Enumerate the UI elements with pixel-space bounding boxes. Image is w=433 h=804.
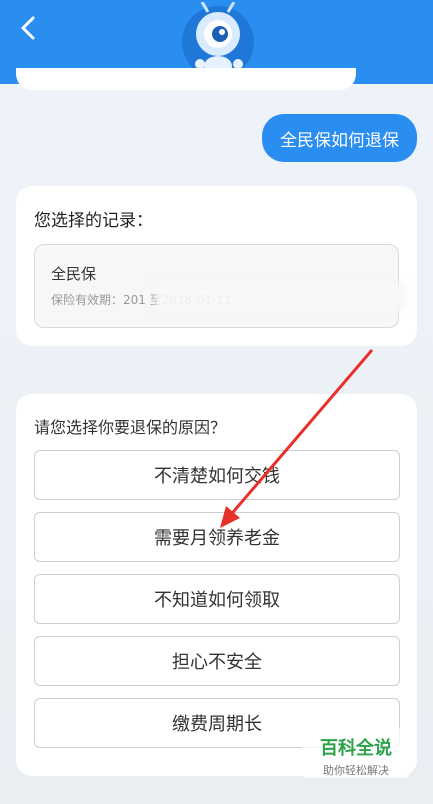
reason-option-unknown-claim[interactable]: 不知道如何领取 [34,574,400,624]
record-name: 全民保 [51,265,97,283]
watermark-main-text: 百科全说 [320,738,392,759]
selected-record[interactable]: 全民保 保险有效期：201 至2018-01-11 [34,244,405,328]
watermark-sub-text: 助你轻松解决 [323,764,389,777]
previous-message-bubble [16,68,356,90]
watermark-logo: 百科全说 助你轻松解决 [302,728,410,778]
record-card-title: 您选择的记录： [34,211,153,231]
reason-option-monthly-pension[interactable]: 需要月领养老金 [34,512,400,562]
redacted-area [155,283,405,311]
reason-option-list: 不清楚如何交钱 需要月领养老金 不知道如何领取 担心不安全 缴费周期长 [34,450,400,760]
reason-option-unclear-payment[interactable]: 不清楚如何交钱 [34,450,400,500]
reason-option-unsafe[interactable]: 担心不安全 [34,636,400,686]
reason-prompt: 请您选择你要退保的原因？ [34,418,227,437]
chevron-left-icon [21,16,35,40]
user-message-bubble: 全民保如何退保 [262,114,417,162]
record-card: 您选择的记录： 全民保 保险有效期：201 至2018-01-11 [16,186,417,346]
back-button[interactable] [14,14,42,42]
reason-card: 请您选择你要退保的原因？ 不清楚如何交钱 需要月领养老金 不知道如何领取 担心不… [16,394,417,776]
